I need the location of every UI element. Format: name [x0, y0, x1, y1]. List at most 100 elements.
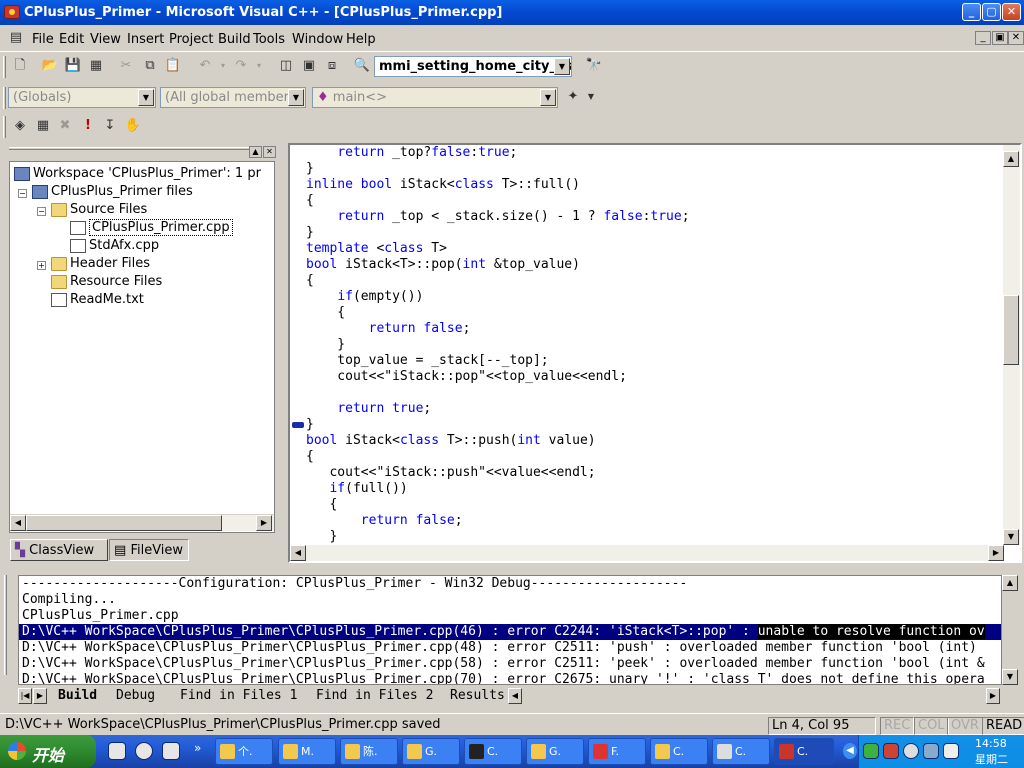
- code-line[interactable]: top_value = _stack[--_top];: [306, 353, 1006, 369]
- quicklaunch-tool-icon[interactable]: [162, 742, 180, 760]
- document-icon[interactable]: ▤: [6, 28, 26, 48]
- window-list-icon[interactable]: ⧈: [322, 56, 342, 76]
- toolbar-grip[interactable]: [3, 56, 6, 78]
- tab-fileview[interactable]: ▤ FileView: [109, 539, 189, 561]
- code-line[interactable]: {: [306, 305, 1006, 321]
- output-line[interactable]: D:\VC++ WorkSpace\CPlusPlus_Primer\CPlus…: [19, 656, 1001, 672]
- menu-edit[interactable]: Edit: [59, 32, 84, 47]
- tree-source-files[interactable]: Source Files: [51, 202, 147, 218]
- toolbar-grip[interactable]: [3, 116, 6, 138]
- scroll-left-icon[interactable]: ◀: [10, 515, 26, 531]
- menu-build[interactable]: Build: [218, 32, 251, 47]
- code-line[interactable]: {: [306, 273, 1006, 289]
- find-icon[interactable]: 🔭: [584, 56, 604, 76]
- tray-icon[interactable]: [883, 743, 899, 759]
- cut-icon[interactable]: ✂: [116, 56, 136, 76]
- task-button[interactable]: C.: [650, 738, 708, 765]
- code-line[interactable]: return false;: [306, 513, 1006, 529]
- tree-horizontal-scrollbar[interactable]: ◀ ▶: [10, 514, 274, 531]
- task-button[interactable]: 个.: [215, 738, 273, 765]
- tab-build[interactable]: Build: [58, 688, 97, 705]
- tab-find-in-files-2[interactable]: Find in Files 2: [316, 688, 433, 705]
- code-line[interactable]: inline bool iStack<class T>::full(): [306, 177, 1006, 193]
- tab-classview[interactable]: ▚ ClassView: [10, 539, 108, 561]
- scroll-thumb[interactable]: [1003, 295, 1019, 365]
- tree-readme[interactable]: ReadMe.txt: [51, 292, 144, 308]
- output-line[interactable]: --------------------Configuration: CPlus…: [19, 576, 1001, 592]
- undo-dropdown-icon[interactable]: ▾: [213, 56, 233, 76]
- task-button-active[interactable]: C.: [774, 738, 834, 765]
- menu-file[interactable]: File: [32, 32, 54, 47]
- tab-scroll-last-icon[interactable]: ▶: [33, 688, 47, 704]
- members-combo[interactable]: ♦ main<> ▼: [312, 87, 558, 108]
- task-button[interactable]: C.: [712, 738, 770, 765]
- output-line[interactable]: D:\VC++ WorkSpace\CPlusPlus_Primer\CPlus…: [19, 672, 1001, 684]
- compile-icon[interactable]: ◈: [10, 116, 30, 136]
- tray-icon[interactable]: [903, 743, 919, 759]
- editor-horizontal-scrollbar[interactable]: ◀ ▶: [290, 545, 1004, 561]
- execute-icon[interactable]: !: [78, 116, 98, 136]
- menu-window[interactable]: Window: [292, 32, 343, 47]
- network-icon[interactable]: [923, 743, 939, 759]
- file-tree[interactable]: Workspace 'CPlusPlus_Primer': 1 pr − CPl…: [9, 161, 275, 533]
- code-line[interactable]: cout<<"iStack::pop"<<top_value<<endl;: [306, 369, 1006, 385]
- code-line[interactable]: {: [306, 449, 1006, 465]
- code-line[interactable]: bool iStack<class T>::push(int value): [306, 433, 1006, 449]
- copy-icon[interactable]: ⧉: [140, 56, 160, 76]
- redo-dropdown-icon[interactable]: ▾: [249, 56, 269, 76]
- quicklaunch-ie-icon[interactable]: [108, 742, 126, 760]
- tree-project[interactable]: CPlusPlus_Primer files: [32, 184, 193, 200]
- code-line[interactable]: }: [306, 225, 1006, 241]
- tray-expand-icon[interactable]: ◀: [843, 743, 857, 759]
- paste-icon[interactable]: 📋: [163, 56, 183, 76]
- redo-icon[interactable]: ↷: [231, 56, 251, 76]
- output-line[interactable]: Compiling...: [19, 592, 1001, 608]
- class-combo[interactable]: (Globals) ▼: [8, 87, 156, 108]
- task-button[interactable]: G.: [526, 738, 584, 765]
- find-combo[interactable]: mmi_setting_home_city_as ▼: [374, 56, 572, 77]
- code-line[interactable]: return false;: [306, 321, 1006, 337]
- code-editor[interactable]: return _top?false:true;} inline bool iSta…: [288, 143, 1022, 563]
- workspace-window-icon[interactable]: ◫: [276, 56, 296, 76]
- tab-debug[interactable]: Debug: [116, 688, 155, 705]
- code-line[interactable]: return _top?false:true;: [306, 145, 1006, 161]
- scroll-left-icon[interactable]: ◀: [290, 545, 306, 561]
- chevron-down-icon[interactable]: ▼: [288, 89, 304, 106]
- code-line[interactable]: template <class T>: [306, 241, 1006, 257]
- scroll-right-icon[interactable]: ▶: [988, 545, 1004, 561]
- wizard-action-icon[interactable]: ✦: [563, 87, 583, 107]
- maximize-button[interactable]: ▢: [982, 3, 1001, 21]
- code-line[interactable]: }: [306, 529, 1006, 545]
- breakpoint-hand-icon[interactable]: ✋: [123, 116, 143, 136]
- task-button[interactable]: F.: [588, 738, 646, 765]
- code-line[interactable]: bool iStack<T>::pop(int &top_value): [306, 257, 1006, 273]
- pane-grip[interactable]: [4, 575, 7, 675]
- scroll-up-icon[interactable]: ▲: [1002, 575, 1018, 591]
- build-icon[interactable]: ▦: [33, 116, 53, 136]
- scroll-left-icon[interactable]: ◀: [508, 688, 522, 704]
- filter-combo[interactable]: (All global members ▼: [160, 87, 306, 108]
- code-line[interactable]: {: [306, 497, 1006, 513]
- code-line[interactable]: }: [306, 417, 1006, 433]
- output-window-icon[interactable]: ▣: [299, 56, 319, 76]
- go-icon[interactable]: ↧: [100, 116, 120, 136]
- start-button[interactable]: 开始: [0, 735, 96, 768]
- scroll-right-icon[interactable]: ▶: [986, 688, 1000, 704]
- mdi-minimize-button[interactable]: _: [975, 31, 991, 45]
- scroll-up-icon[interactable]: ▲: [1003, 151, 1019, 167]
- collapse-icon[interactable]: −: [18, 189, 27, 198]
- tab-results[interactable]: Results: [450, 688, 505, 705]
- save-icon[interactable]: 💾: [63, 56, 83, 76]
- pane-close-icon[interactable]: ✕: [263, 146, 276, 158]
- menu-help[interactable]: Help: [346, 32, 376, 47]
- code-line[interactable]: {: [306, 193, 1006, 209]
- new-text-file-icon[interactable]: 🗋: [10, 56, 30, 76]
- chevron-down-icon[interactable]: ▼: [138, 89, 154, 106]
- quicklaunch-maxthon-icon[interactable]: [135, 742, 153, 760]
- tree-file-stdafx[interactable]: StdAfx.cpp: [70, 238, 159, 254]
- mdi-close-button[interactable]: ✕: [1008, 31, 1024, 45]
- menu-view[interactable]: View: [90, 32, 121, 47]
- find-in-files-icon[interactable]: 🔍: [352, 56, 372, 76]
- undo-icon[interactable]: ↶: [195, 56, 215, 76]
- tree-header-files[interactable]: Header Files: [51, 256, 150, 272]
